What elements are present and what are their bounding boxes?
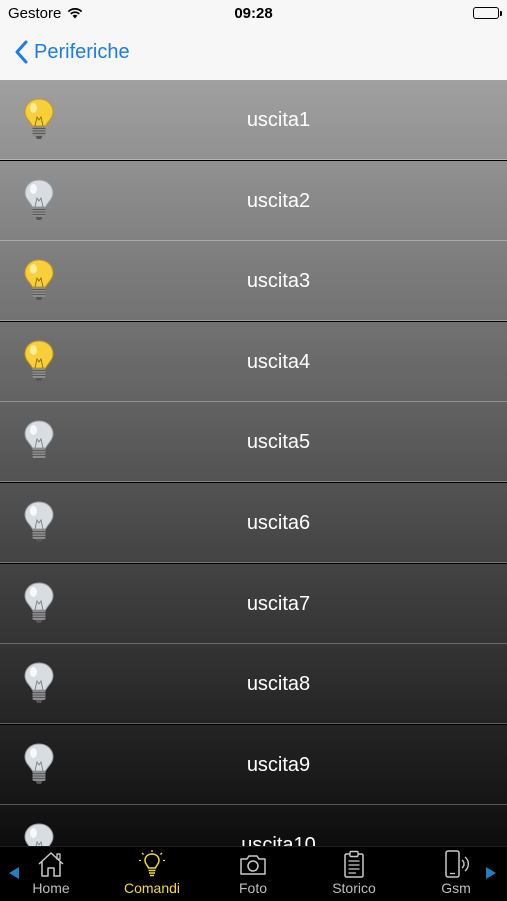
battery-icon xyxy=(473,7,502,19)
output-row[interactable]: uscita5 xyxy=(0,402,507,483)
output-label: uscita6 xyxy=(246,512,311,534)
tab-home[interactable]: Home xyxy=(11,847,91,901)
output-label: uscita9 xyxy=(246,753,311,776)
output-label: uscita10 xyxy=(241,834,316,846)
output-label: uscita4 xyxy=(246,350,311,373)
status-time: 09:28 xyxy=(234,5,273,22)
camera-icon xyxy=(240,855,266,875)
tab-foto-label: Foto xyxy=(238,880,267,896)
output-label: uscita5 xyxy=(246,431,311,454)
output-label: uscita1 xyxy=(246,109,311,131)
back-button[interactable]: Periferiche xyxy=(14,37,130,67)
tab-home-label: Home xyxy=(32,880,70,896)
home-icon xyxy=(38,852,64,877)
status-bar: Gestore 09:28 xyxy=(0,0,507,28)
outputs-list[interactable]: uscita1 uscita2 uscita3 uscita4 uscita5 uscit… xyxy=(0,80,507,846)
output-row[interactable]: uscita3 xyxy=(0,241,507,322)
output-row[interactable]: uscita4 xyxy=(0,321,507,402)
output-label: uscita8 xyxy=(246,673,311,696)
scroll-right-arrow-icon[interactable] xyxy=(486,867,496,879)
lightbulb-icon xyxy=(139,850,165,877)
clipboard-icon xyxy=(344,850,364,878)
output-row[interactable]: uscita8 xyxy=(0,644,507,725)
phone-signal-icon xyxy=(445,850,469,878)
tab-comandi[interactable]: Comandi xyxy=(112,847,192,901)
output-label: uscita3 xyxy=(246,270,311,293)
tab-gsm[interactable]: Gsm xyxy=(416,847,496,901)
tab-storico-label: Storico xyxy=(332,880,376,896)
tab-comandi-label: Comandi xyxy=(123,880,181,896)
chevron-left-icon xyxy=(15,40,28,64)
navigation-bar: Gestore 09:28 Periferiche xyxy=(0,0,507,81)
output-label: uscita7 xyxy=(246,592,311,615)
output-row[interactable]: uscita6 xyxy=(0,483,507,563)
output-row[interactable]: uscita1 xyxy=(0,80,507,160)
output-row[interactable]: uscita10 xyxy=(0,805,507,846)
tab-storico[interactable]: Storico xyxy=(314,847,394,901)
output-row[interactable]: uscita2 xyxy=(0,160,507,241)
tab-bar: Home Comandi Foto Storico Gsm xyxy=(0,846,507,901)
tab-gsm-label: Gsm xyxy=(441,880,471,896)
output-row[interactable]: uscita7 xyxy=(0,563,507,644)
output-row[interactable]: uscita9 xyxy=(0,724,507,805)
back-button-label: Periferiche xyxy=(34,40,130,63)
tab-foto[interactable]: Foto xyxy=(213,847,293,901)
output-label: uscita2 xyxy=(246,189,311,212)
